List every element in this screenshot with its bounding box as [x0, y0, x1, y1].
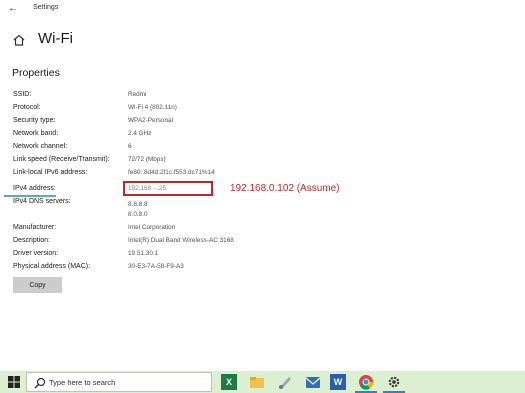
ip-annotation: 192.168.0.102 (Assume) [230, 183, 340, 194]
taskbar: Type here to search X W [0, 371, 525, 393]
file-explorer-icon[interactable] [249, 374, 265, 390]
property-label: Driver version: [13, 250, 59, 257]
mail-icon[interactable] [305, 374, 321, 390]
property-value: 6 [128, 143, 132, 150]
property-row-security-type: Security type: WPA2-Personal [13, 117, 313, 129]
back-arrow-icon[interactable]: ← [6, 2, 20, 16]
property-row-ssid: SSID: Redmi [13, 91, 313, 103]
word-icon[interactable]: W [330, 374, 346, 390]
property-label: Physical address (MAC): [13, 263, 91, 270]
page-title: Wi-Fi [38, 30, 73, 47]
section-title: Properties [12, 67, 60, 79]
property-label: Network channel: [13, 143, 68, 150]
property-label: Security type: [13, 117, 56, 124]
property-row-driver-version: Driver version: 19.51.30.1 [13, 250, 313, 262]
property-row-network-channel: Network channel: 6 [13, 143, 313, 155]
property-row-network-band: Network band: 2.4 GHz [13, 130, 313, 142]
excel-icon[interactable]: X [221, 374, 237, 390]
property-row-mac-address: Physical address (MAC): 30-E3-7A-58-F9-A… [13, 263, 313, 275]
settings-icon[interactable] [386, 374, 402, 390]
property-value: Intel Corporation [128, 224, 176, 231]
property-label: IPv4 DNS servers: [13, 198, 71, 205]
property-label: Network band: [13, 130, 59, 137]
property-row-ipv6-address: Link-local IPv6 address: fe80::8d4d:2f1c… [13, 169, 313, 181]
property-row-manufacturer: Manufacturer: Intel Corporation [13, 224, 313, 236]
settings-window: ← Settings Wi-Fi Properties SSID: Redmi … [0, 0, 525, 393]
property-value: Wi-Fi 4 (802.11n) [128, 104, 177, 111]
paint-icon[interactable] [277, 374, 293, 390]
windows-start-icon[interactable] [8, 376, 20, 388]
search-placeholder: Type here to search [49, 378, 116, 387]
property-label: Protocol: [13, 104, 41, 111]
copy-button[interactable]: Copy [13, 277, 62, 293]
property-value: 8.8.8.8 [128, 201, 148, 208]
title-bar: ← Settings [0, 0, 525, 18]
taskbar-search-box[interactable]: Type here to search [26, 372, 212, 392]
app-title: Settings [33, 4, 59, 11]
property-label: IPv4 address: [13, 185, 56, 192]
property-label: Link speed (Receive/Transmit): [13, 156, 110, 163]
search-icon [34, 377, 46, 389]
property-label: SSID: [13, 91, 32, 98]
ipv4-highlight-box [123, 181, 213, 196]
property-value: 19.51.30.1 [128, 250, 159, 257]
property-value: 2.4 GHz [128, 130, 152, 137]
home-icon[interactable] [12, 33, 26, 47]
property-value: 30-E3-7A-58-F9-A3 [128, 263, 184, 270]
chrome-icon[interactable] [358, 374, 374, 390]
property-row-link-speed: Link speed (Receive/Transmit): 72/72 (Mb… [13, 156, 313, 168]
property-value: Redmi [128, 91, 147, 98]
property-label: Description: [13, 237, 50, 244]
property-label: Manufacturer: [13, 224, 57, 231]
property-value-secondary: 8.0.8.0 [128, 211, 148, 218]
property-value: 72/72 (Mbps) [128, 156, 166, 163]
property-value: fe80::8d4d:2f1c:f553:dc71%14 [128, 169, 215, 176]
property-label: Link-local IPv6 address: [13, 169, 88, 176]
property-value: WPA2-Personal [128, 117, 173, 124]
property-row-protocol: Protocol: Wi-Fi 4 (802.11n) [13, 104, 313, 116]
property-row-ipv4-dns: IPv4 DNS servers: 8.8.8.8 8.0.8.0 [13, 198, 313, 220]
property-value: Intel(R) Dual Band Wireless-AC 3168 [128, 237, 234, 244]
property-row-description: Description: Intel(R) Dual Band Wireless… [13, 237, 313, 249]
ipv4-underline-mark [4, 195, 56, 197]
